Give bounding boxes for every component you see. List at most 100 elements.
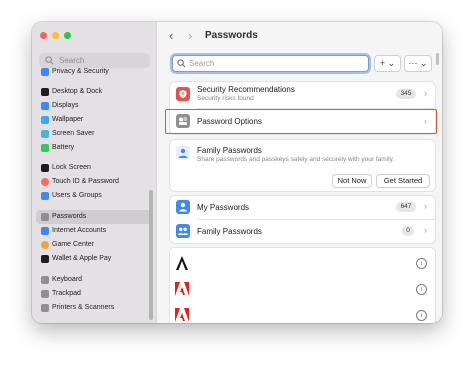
key-icon: [41, 213, 49, 221]
trackpad-icon: [41, 290, 49, 298]
zoom-button[interactable]: [64, 32, 71, 39]
chevron-right-icon: ›: [424, 225, 427, 235]
main-pane: ‹ › Passwords + ⌄ ··· ⌄ Security Recomme…: [157, 22, 442, 323]
sidebar-item-passwords[interactable]: Passwords: [36, 210, 152, 224]
password-search-input[interactable]: [189, 57, 359, 69]
adobe-logo-icon: [175, 281, 189, 297]
list-item[interactable]: i: [170, 305, 435, 323]
family-passwords-title: Family Passwords: [197, 227, 262, 236]
sidebar-item-lock-screen[interactable]: Lock Screen: [36, 161, 152, 175]
family-passwords-row[interactable]: Family Passwords 0 ›: [170, 220, 435, 243]
info-icon[interactable]: i: [416, 258, 427, 269]
toolbar: ‹ › Passwords: [157, 22, 442, 50]
lock-icon: [41, 164, 49, 172]
info-icon[interactable]: i: [416, 310, 427, 321]
sidebar-item-wallpaper[interactable]: Wallpaper: [36, 113, 152, 127]
battery-icon: [41, 144, 49, 152]
hand-icon: [41, 68, 49, 76]
list-item[interactable]: i: [170, 253, 435, 275]
sidebar-item-label: Printers & Scanners: [52, 304, 115, 311]
security-subtitle: Security risks found: [197, 95, 254, 102]
sidebar-item-label: Desktop & Dock: [52, 88, 103, 95]
person-icon: [176, 200, 190, 214]
dock-icon: [41, 88, 49, 96]
at-icon: [41, 227, 49, 235]
sidebar: Search Privacy & Security Desktop & Dock D…: [32, 22, 157, 323]
family-passwords-count: 0: [402, 226, 414, 236]
security-title: Security Recommendations: [197, 85, 295, 94]
search-icon: [177, 59, 186, 68]
my-passwords-row[interactable]: My Passwords 647 ›: [170, 196, 435, 219]
sidebar-item-desktop-dock[interactable]: Desktop & Dock: [36, 85, 152, 99]
display-icon: [41, 102, 49, 110]
sidebar-item-label: Passwords: [52, 213, 87, 220]
list-item[interactable]: i: [170, 279, 435, 301]
close-button[interactable]: [40, 32, 47, 39]
main-scrollbar[interactable]: [436, 53, 439, 65]
sidebar-item-trackpad[interactable]: Trackpad: [36, 287, 152, 301]
password-search-field[interactable]: [172, 55, 369, 72]
sidebar-item-battery[interactable]: Battery: [36, 141, 152, 155]
sidebar-item-privacy-security[interactable]: Privacy & Security: [36, 65, 152, 79]
my-passwords-title: My Passwords: [197, 203, 250, 212]
sidebar-item-screen-saver[interactable]: Screen Saver: [36, 127, 152, 141]
page-title: Passwords: [205, 30, 258, 41]
sidebar-item-label: Battery: [52, 144, 75, 151]
info-icon[interactable]: i: [416, 284, 427, 295]
sidebar-item-users-groups[interactable]: Users & Groups: [36, 189, 152, 203]
sidebar-item-printers-scanners[interactable]: Printers & Scanners: [36, 301, 152, 315]
users-icon: [41, 192, 49, 200]
add-menu-button[interactable]: + ⌄: [374, 55, 401, 72]
window-controls: [40, 32, 71, 39]
printer-icon: [41, 304, 49, 312]
sidebar-item-label: Screen Saver: [52, 130, 95, 137]
wallpaper-icon: [41, 116, 49, 124]
sidebar-item-game-center[interactable]: Game Center: [36, 238, 152, 252]
a-logo-icon: [176, 256, 188, 270]
sidebar-item-label: Wallpaper: [52, 116, 84, 123]
sidebar-item-label: Lock Screen: [52, 164, 91, 171]
family-promo-card: Family Passwords Share passwords and pas…: [169, 139, 436, 192]
keyboard-icon: [41, 276, 49, 284]
sidebar-item-label: Displays: [52, 102, 79, 109]
sidebar-item-displays[interactable]: Displays: [36, 99, 152, 113]
minimize-button[interactable]: [52, 32, 59, 39]
game-center-icon: [41, 241, 49, 249]
family-promo-subtitle: Share passwords and passkeys safely and …: [197, 156, 395, 163]
sidebar-scrollbar[interactable]: [149, 190, 153, 320]
sidebar-item-touch-id-password[interactable]: Touch ID & Password: [36, 175, 152, 189]
search-icon: [45, 56, 54, 65]
sidebar-item-label: Wallet & Apple Pay: [52, 255, 112, 262]
sidebar-item-wallet-apple-pay[interactable]: Wallet & Apple Pay: [36, 252, 152, 266]
my-passwords-count: 647: [396, 202, 416, 212]
accounts-card: My Passwords 647 › Family Passwords 0 ›: [169, 195, 436, 244]
security-count-badge: 345: [396, 89, 416, 99]
password-list: i i i: [169, 247, 436, 323]
not-now-button[interactable]: Not Now: [332, 174, 372, 188]
fingerprint-icon: [41, 178, 49, 186]
get-started-button[interactable]: Get Started: [376, 174, 430, 188]
shield-warning-icon: [176, 87, 190, 101]
more-menu-button[interactable]: ··· ⌄: [404, 55, 432, 72]
family-icon: [176, 146, 190, 160]
forward-button[interactable]: ›: [188, 28, 192, 43]
sidebar-item-keyboard[interactable]: Keyboard: [36, 273, 152, 287]
sidebar-item-label: Trackpad: [52, 290, 81, 297]
chevron-right-icon: ›: [424, 88, 427, 98]
sidebar-item-label: Keyboard: [52, 276, 82, 283]
group-icon: [176, 224, 190, 238]
settings-window: Search Privacy & Security Desktop & Dock D…: [32, 22, 442, 323]
adobe-logo-icon: [175, 307, 189, 323]
wallet-icon: [41, 255, 49, 263]
sidebar-item-label: Touch ID & Password: [52, 178, 119, 185]
family-promo-title: Family Passwords: [197, 146, 262, 155]
security-recommendations-row[interactable]: Security Recommendations Security risks …: [170, 82, 435, 107]
chevron-right-icon: ›: [424, 201, 427, 211]
highlight-box: [165, 109, 437, 134]
sidebar-item-label: Internet Accounts: [52, 227, 107, 234]
sidebar-item-label: Users & Groups: [52, 192, 102, 199]
back-button[interactable]: ‹: [169, 28, 173, 43]
screensaver-icon: [41, 130, 49, 138]
sidebar-item-label: Privacy & Security: [52, 68, 109, 75]
sidebar-item-internet-accounts[interactable]: Internet Accounts: [36, 224, 152, 238]
